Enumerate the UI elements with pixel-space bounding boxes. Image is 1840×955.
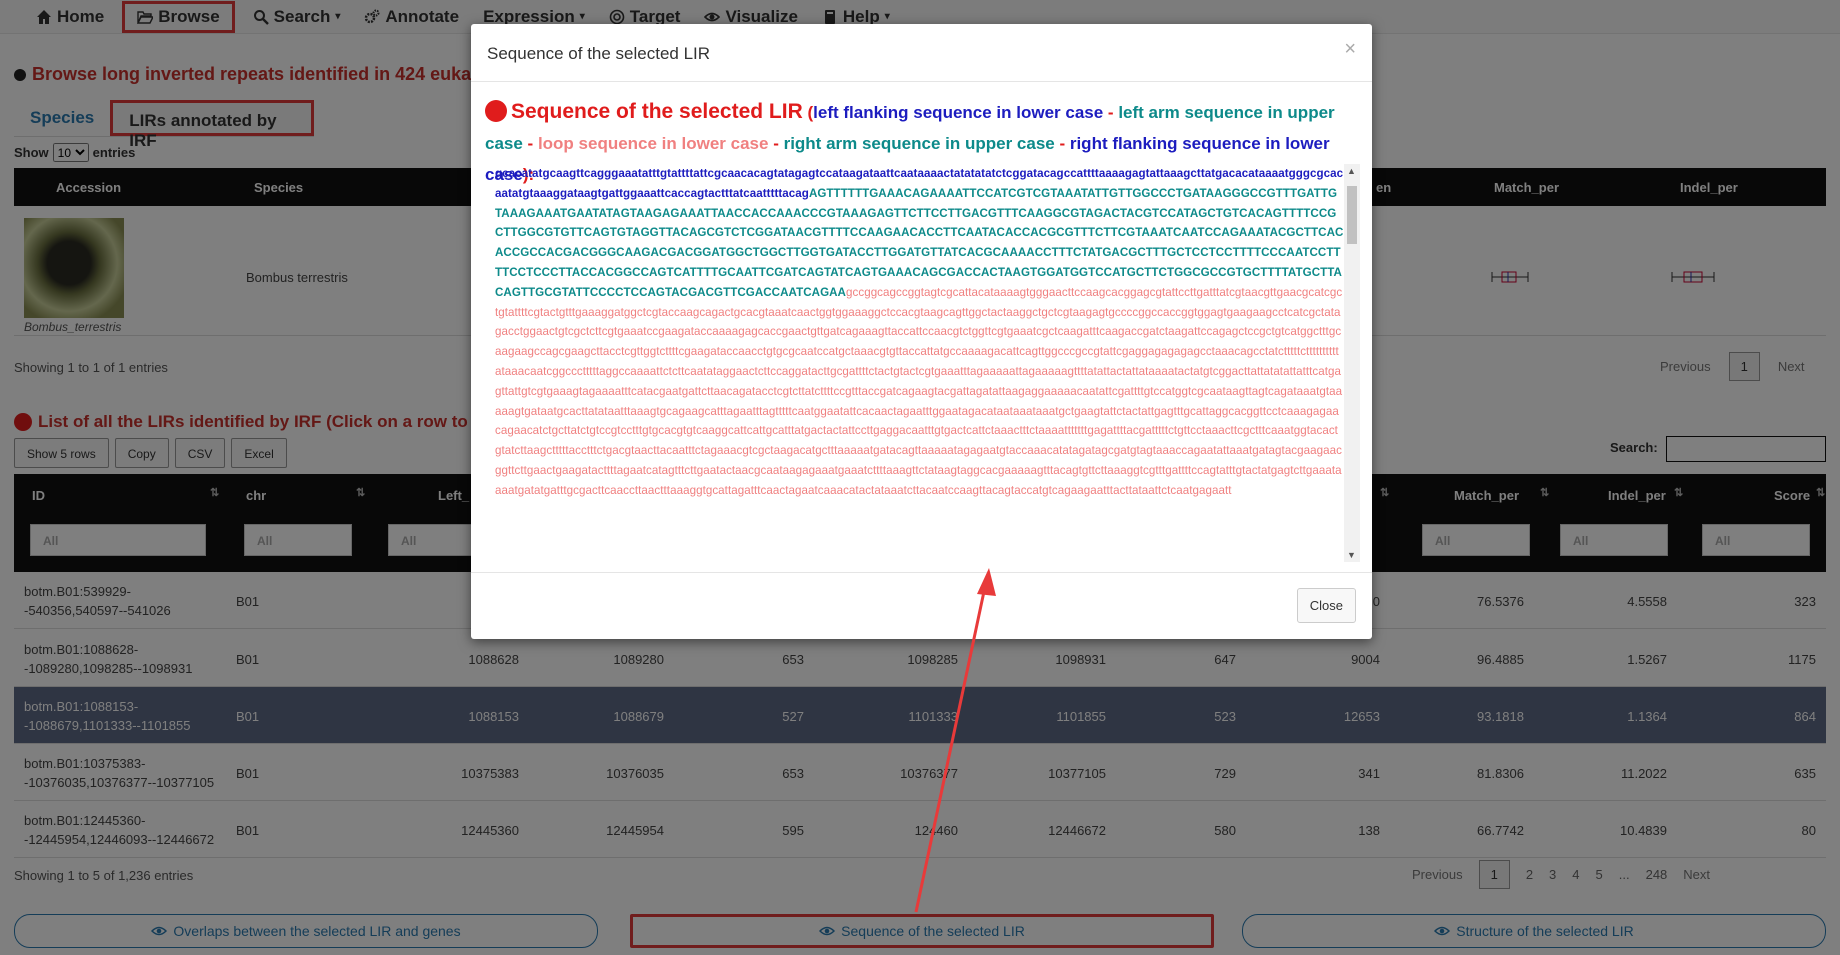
loop-seq: gccggcagccggtagtcgcattacataaaagtgggaactt… (495, 285, 1343, 497)
sequence-modal: Sequence of the selected LIR × Sequence … (471, 24, 1372, 639)
legend-title: Sequence of the selected LIR (511, 100, 803, 123)
legend-sep: - (522, 134, 538, 153)
modal-title: Sequence of the selected LIR (487, 44, 711, 63)
legend-right-arm: right arm sequence in upper case (783, 134, 1055, 153)
modal-header: Sequence of the selected LIR × (471, 24, 1372, 82)
legend-sep: - (1054, 134, 1070, 153)
close-button[interactable]: Close (1296, 588, 1356, 623)
legend-left-flank: left flanking sequence in lower case (813, 103, 1104, 122)
legend-sep: - (1103, 103, 1119, 122)
sequence-text: gcacatatgcaagttcagggaaatatttgtattttattcg… (495, 164, 1344, 562)
modal-footer: Close (471, 572, 1372, 639)
scroll-down-icon[interactable]: ▼ (1347, 550, 1356, 560)
legend-loop: loop sequence in lower case (537, 134, 769, 153)
scrollbar-thumb[interactable] (1347, 186, 1357, 244)
scroll-up-icon[interactable]: ▲ (1347, 166, 1356, 176)
legend-sep: - (768, 134, 784, 153)
left-arm-seq: AGTTTTTTGAAACAGAAAATTCCATCGTCGTAAATATTGT… (495, 186, 1344, 299)
close-icon[interactable]: × (1344, 38, 1356, 61)
sequence-scrollbar[interactable]: ▲ ▼ (1344, 164, 1360, 562)
red-dot-icon (485, 100, 507, 122)
